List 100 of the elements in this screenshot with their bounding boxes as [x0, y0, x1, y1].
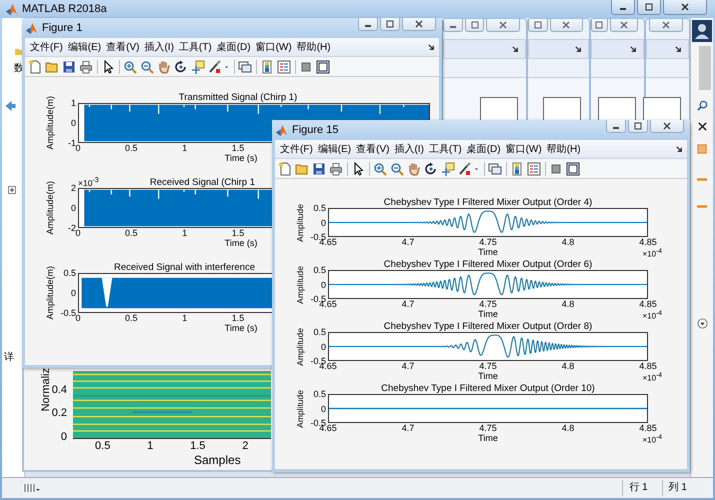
tick-label: 0: [76, 313, 80, 323]
panel-label: 详: [4, 352, 15, 363]
close-button[interactable]: [610, 19, 638, 32]
menu-item[interactable]: 查看(V): [106, 40, 140, 54]
colorbar-icon[interactable]: [260, 60, 274, 74]
background-window[interactable]: [527, 18, 590, 121]
menu-item[interactable]: 插入(I): [394, 142, 424, 156]
print-icon[interactable]: [79, 60, 93, 74]
new-file-icon[interactable]: [28, 60, 42, 74]
print-icon[interactable]: [329, 162, 343, 176]
close-button[interactable]: [550, 19, 583, 32]
tick-label: 4.7: [402, 361, 414, 371]
menu-item[interactable]: 编辑(E): [318, 142, 352, 156]
maximize-button[interactable]: [628, 120, 648, 133]
folder-icon[interactable]: [45, 60, 59, 74]
window-icon[interactable]: [316, 60, 330, 74]
linked-plot-icon[interactable]: [238, 60, 252, 74]
matlab-logo-icon: [275, 124, 288, 136]
menu-overflow-icon[interactable]: [630, 46, 637, 52]
linked-plot-icon[interactable]: [488, 162, 502, 176]
close-button[interactable]: [486, 19, 520, 32]
tick-label: 4.85: [639, 299, 657, 309]
rotate-icon[interactable]: [174, 60, 188, 74]
menu-item[interactable]: 窗口(W): [506, 142, 542, 156]
window-icon[interactable]: [566, 162, 580, 176]
zoom-in-icon[interactable]: [123, 60, 137, 74]
menu-item[interactable]: 文件(F): [30, 40, 63, 54]
maximize-icon: [633, 122, 643, 130]
menu-item[interactable]: 窗口(W): [256, 40, 292, 54]
close-icon[interactable]: [696, 121, 708, 132]
dropdown-icon[interactable]: [696, 318, 708, 329]
maximize-icon: [385, 20, 395, 28]
window-title: Figure 15: [292, 124, 338, 136]
menu-item[interactable]: 帮助(H): [296, 40, 331, 54]
menu-item[interactable]: 编辑(E): [68, 40, 102, 54]
minimize-button[interactable]: [358, 18, 378, 31]
axis-label: Time: [478, 371, 498, 383]
tick-label: 0.5: [313, 327, 326, 337]
zoom-out-icon[interactable]: [140, 60, 154, 74]
maximize-button[interactable]: [464, 19, 484, 32]
menu-item[interactable]: 工具(T): [178, 40, 212, 54]
axis-multiplier: ×10$^{-4}$: [642, 309, 662, 322]
tick-label: 0.5: [63, 268, 76, 278]
axis-label: Amplitude: [295, 204, 305, 242]
legend-icon[interactable]: [527, 162, 541, 176]
close-icon: [561, 21, 572, 29]
menu-item[interactable]: 桌面(D): [216, 40, 251, 54]
back-arrow-icon[interactable]: [4, 100, 17, 112]
data-cursor-icon[interactable]: [441, 162, 455, 176]
brush-icon[interactable]: [458, 162, 472, 176]
marker-icon: [697, 144, 707, 154]
legend-icon[interactable]: [277, 60, 291, 74]
maximize-button[interactable]: [528, 19, 548, 32]
user-icon[interactable]: [692, 20, 712, 42]
close-icon: [661, 21, 671, 29]
save-icon[interactable]: [62, 60, 76, 74]
axis-multiplier: ×10$^{-4}$: [642, 371, 662, 384]
minimize-button[interactable]: [611, 0, 635, 15]
menu-overflow-icon[interactable]: [428, 44, 435, 50]
maximize-button[interactable]: [591, 19, 608, 32]
square-icon[interactable]: [299, 60, 313, 74]
menu-item[interactable]: 插入(I): [144, 40, 174, 54]
tick-label: 1: [147, 440, 154, 452]
maximize-button[interactable]: [637, 0, 661, 15]
menu-item[interactable]: 文件(F): [280, 142, 313, 156]
zoom-in-icon[interactable]: [373, 162, 387, 176]
close-button[interactable]: [649, 19, 683, 32]
close-button[interactable]: [402, 18, 436, 31]
menu-overflow-icon[interactable]: [675, 46, 682, 52]
minimize-button[interactable]: [606, 120, 626, 133]
background-window[interactable]: [590, 18, 645, 121]
scroll-bar[interactable]: [699, 46, 711, 90]
menu-item[interactable]: 桌面(D): [466, 142, 501, 156]
close-button[interactable]: [650, 120, 684, 133]
menu-overflow-icon[interactable]: [512, 46, 519, 52]
maximize-button[interactable]: [380, 18, 400, 31]
window-title: MATLAB R2018a: [22, 3, 107, 15]
expand-icon[interactable]: [8, 186, 16, 194]
axis-label: Time (s): [224, 238, 258, 248]
save-icon[interactable]: [312, 162, 326, 176]
folder-icon[interactable]: [295, 162, 309, 176]
menu-overflow-icon[interactable]: [575, 46, 582, 52]
axis-label: Time (s): [224, 323, 258, 333]
search-icon[interactable]: [696, 100, 708, 111]
tick-label: 4.8: [562, 237, 574, 247]
menu-item[interactable]: 帮助(H): [546, 142, 581, 156]
zoom-out-icon[interactable]: [390, 162, 404, 176]
brush-icon[interactable]: [208, 60, 222, 74]
axis-label: Time: [478, 247, 498, 259]
menu-item[interactable]: 查看(V): [356, 142, 390, 156]
panel-layout-icon[interactable]: [24, 483, 40, 493]
new-file-icon[interactable]: [278, 162, 292, 176]
square-icon[interactable]: [549, 162, 563, 176]
data-cursor-icon[interactable]: [191, 60, 205, 74]
rotate-icon[interactable]: [424, 162, 438, 176]
minimize-button[interactable]: [443, 19, 463, 32]
close-button[interactable]: [663, 0, 707, 15]
menu-overflow-icon[interactable]: [676, 146, 683, 152]
colorbar-icon[interactable]: [510, 162, 524, 176]
menu-item[interactable]: 工具(T): [428, 142, 462, 156]
